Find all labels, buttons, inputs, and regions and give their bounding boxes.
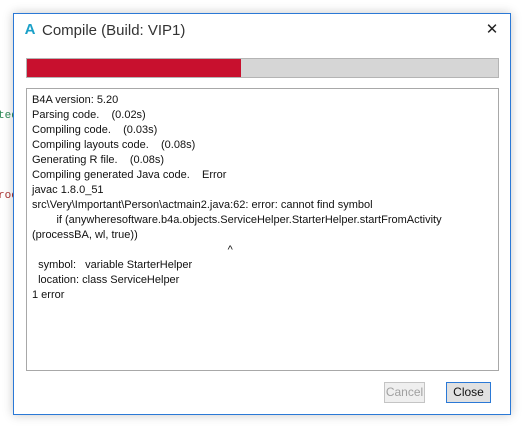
log-line: B4A version: 5.20 bbox=[32, 94, 119, 106]
progress-fill bbox=[27, 59, 242, 77]
log-line: (processBA, wl, true)) bbox=[32, 229, 138, 241]
close-button[interactable]: Close bbox=[446, 382, 491, 403]
log-line: Parsing code. (0.02s) bbox=[32, 109, 146, 121]
compile-dialog: A Compile (Build: VIP1) ✕ B4A version: 5… bbox=[13, 13, 511, 415]
compile-log-output[interactable]: B4A version: 5.20 Parsing code. (0.02s) Co… bbox=[26, 88, 499, 371]
log-line: Compiling layouts code. (0.08s) bbox=[32, 139, 196, 151]
log-line: javac 1.8.0_51 bbox=[32, 184, 104, 196]
cancel-button[interactable]: Cancel bbox=[384, 382, 425, 403]
log-line: ^ bbox=[32, 244, 233, 256]
log-line: Compiling generated Java code. Error bbox=[32, 169, 227, 181]
log-line: 1 error bbox=[32, 289, 65, 301]
log-line: symbol: variable StarterHelper bbox=[32, 259, 193, 271]
b4a-app-icon: A bbox=[24, 21, 36, 38]
compile-progress-bar bbox=[26, 58, 499, 78]
log-line: location: class ServiceHelper bbox=[32, 274, 180, 286]
log-line: src\Very\Important\Person\actmain2.java:… bbox=[32, 199, 373, 211]
dialog-title: Compile (Build: VIP1) bbox=[42, 22, 186, 39]
log-line: Compiling code. (0.03s) bbox=[32, 124, 158, 136]
log-line: if (anywheresoftware.b4a.objects.Service… bbox=[32, 214, 442, 226]
dialog-titlebar[interactable]: A Compile (Build: VIP1) ✕ bbox=[14, 14, 510, 48]
close-icon[interactable]: ✕ bbox=[480, 19, 504, 41]
log-line: Generating R file. (0.08s) bbox=[32, 154, 165, 166]
